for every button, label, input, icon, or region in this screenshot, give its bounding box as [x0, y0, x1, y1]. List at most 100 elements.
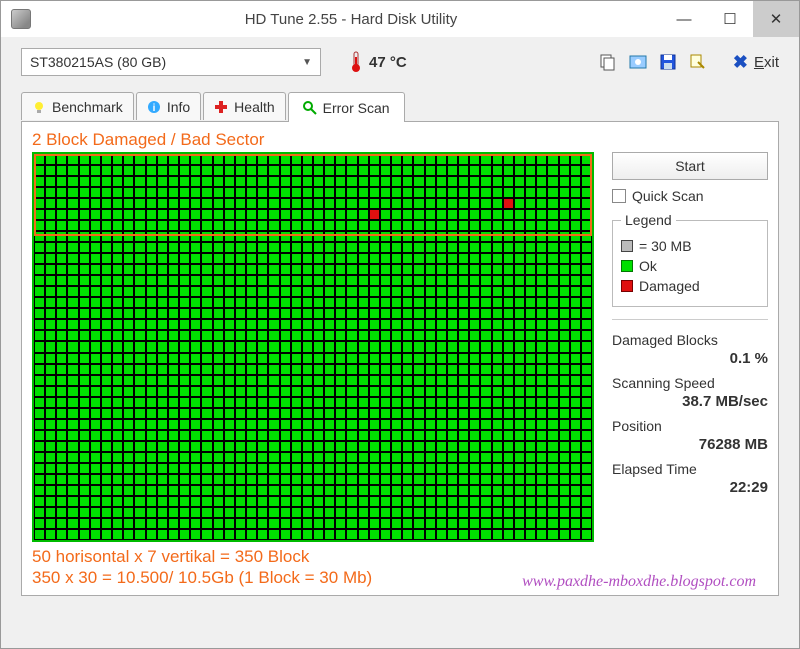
titlebar[interactable]: HD Tune 2.55 - Hard Disk Utility — ☐ ✕ — [1, 1, 799, 37]
ok-block — [469, 353, 480, 364]
ok-block — [458, 209, 469, 220]
ok-block — [503, 341, 514, 352]
tab-benchmark[interactable]: Benchmark — [21, 92, 134, 120]
ok-block — [45, 507, 56, 518]
quick-scan-row[interactable]: Quick Scan — [612, 188, 768, 204]
ok-block — [90, 176, 101, 187]
ok-block — [235, 397, 246, 408]
ok-block — [179, 364, 190, 375]
ok-block — [235, 386, 246, 397]
ok-block — [436, 408, 447, 419]
ok-block — [425, 441, 436, 452]
start-button[interactable]: Start — [612, 152, 768, 180]
ok-block — [425, 165, 436, 176]
exit-button[interactable]: ✖ EExitxit — [733, 52, 779, 73]
ok-block — [213, 297, 224, 308]
ok-block — [380, 507, 391, 518]
ok-block — [380, 364, 391, 375]
copy-icon[interactable] — [597, 51, 619, 73]
ok-block — [547, 474, 558, 485]
ok-block — [235, 242, 246, 253]
ok-block — [402, 187, 413, 198]
ok-block — [56, 353, 67, 364]
screenshot-icon[interactable] — [627, 51, 649, 73]
ok-block — [67, 330, 78, 341]
ok-block — [425, 319, 436, 330]
minimize-button[interactable]: — — [661, 1, 707, 37]
save-icon[interactable] — [657, 51, 679, 73]
ok-block — [224, 364, 235, 375]
ok-block — [67, 165, 78, 176]
ok-block — [492, 231, 503, 242]
tab-info[interactable]: i Info — [136, 92, 201, 120]
ok-block — [257, 286, 268, 297]
quick-scan-checkbox[interactable] — [612, 189, 626, 203]
ok-block — [547, 341, 558, 352]
ok-block — [547, 353, 558, 364]
ok-block — [302, 242, 313, 253]
ok-block — [313, 198, 324, 209]
ok-block — [436, 496, 447, 507]
ok-block — [190, 275, 201, 286]
ok-block — [469, 275, 480, 286]
ok-block — [34, 319, 45, 330]
ok-block — [224, 474, 235, 485]
ok-block — [525, 275, 536, 286]
ok-block — [458, 220, 469, 231]
ok-block — [56, 297, 67, 308]
ok-block — [313, 308, 324, 319]
ok-block — [380, 408, 391, 419]
window-buttons: — ☐ ✕ — [661, 1, 799, 37]
ok-block — [190, 419, 201, 430]
ok-block — [425, 518, 436, 529]
ok-block — [123, 474, 134, 485]
ok-block — [291, 452, 302, 463]
ok-block — [458, 452, 469, 463]
ok-block — [246, 518, 257, 529]
ok-block — [190, 485, 201, 496]
ok-block — [157, 430, 168, 441]
ok-block — [67, 341, 78, 352]
ok-block — [213, 397, 224, 408]
ok-block — [480, 319, 491, 330]
ok-block — [458, 430, 469, 441]
ok-block — [436, 297, 447, 308]
ok-block — [45, 452, 56, 463]
ok-block — [458, 286, 469, 297]
ok-block — [34, 364, 45, 375]
ok-block — [34, 154, 45, 165]
maximize-button[interactable]: ☐ — [707, 1, 753, 37]
legend-box: Legend = 30 MB Ok Damaged — [612, 212, 768, 307]
ok-block — [112, 154, 123, 165]
ok-block — [213, 198, 224, 209]
ok-block — [257, 176, 268, 187]
settings-icon[interactable] — [687, 51, 709, 73]
tab-content: 2 Block Damaged / Bad Sector 50 horisont… — [21, 121, 779, 596]
ok-block — [559, 441, 570, 452]
ok-block — [346, 242, 357, 253]
ok-block — [257, 187, 268, 198]
close-button[interactable]: ✕ — [753, 1, 799, 37]
tab-error-scan[interactable]: Error Scan — [288, 92, 405, 122]
ok-block — [146, 518, 157, 529]
ok-block — [213, 452, 224, 463]
ok-block — [90, 264, 101, 275]
drive-select[interactable]: ST380215AS (80 GB) ▼ — [21, 48, 321, 76]
ok-block — [447, 463, 458, 474]
ok-block — [79, 353, 90, 364]
ok-block — [324, 198, 335, 209]
ok-block — [547, 330, 558, 341]
ok-block — [157, 154, 168, 165]
ok-block — [480, 297, 491, 308]
tab-health[interactable]: Health — [203, 92, 285, 120]
ok-block — [280, 529, 291, 540]
ok-block — [313, 242, 324, 253]
ok-block — [335, 330, 346, 341]
ok-block — [358, 353, 369, 364]
legend-damaged-row: Damaged — [621, 278, 759, 294]
ok-block — [213, 220, 224, 231]
ok-block — [201, 441, 212, 452]
ok-block — [101, 496, 112, 507]
ok-block — [425, 308, 436, 319]
ok-block — [34, 242, 45, 253]
